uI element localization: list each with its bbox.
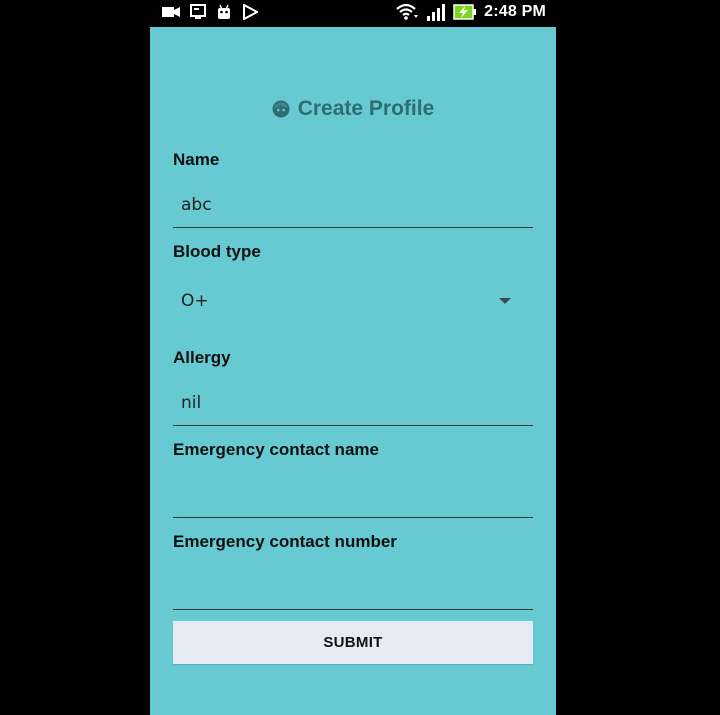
- emergency-contact-name-field[interactable]: [173, 473, 533, 518]
- page-header: Create Profile: [150, 97, 556, 123]
- dropdown-arrow-icon: [499, 298, 511, 304]
- allergy-label: Allergy: [173, 348, 231, 367]
- name-field-value: abc: [181, 195, 212, 215]
- name-field[interactable]: abc: [173, 183, 533, 228]
- status-bar-clock: 2:48 PM: [484, 3, 546, 20]
- page-title-text: Create Profile: [297, 97, 435, 120]
- battery-charging-icon: [453, 4, 477, 20]
- emergency-contact-number-field[interactable]: [173, 565, 533, 610]
- screencast-icon: [190, 4, 206, 19]
- allergy-field-value: nil: [181, 393, 202, 413]
- status-bar-notifications: [162, 4, 258, 20]
- blood-type-select[interactable]: O+: [173, 281, 533, 321]
- status-bar: 2:48 PM: [150, 0, 556, 27]
- face-icon: [272, 100, 290, 118]
- name-label: Name: [173, 150, 220, 169]
- wifi-icon: [396, 3, 419, 20]
- android-icon: [218, 4, 230, 19]
- cellular-signal-icon: [427, 4, 446, 21]
- page-title: Create Profile: [272, 97, 435, 121]
- play-store-icon: [243, 4, 258, 20]
- allergy-field[interactable]: nil: [173, 381, 533, 426]
- blood-type-selected-value: O+: [181, 291, 209, 311]
- submit-button[interactable]: SUBMIT: [173, 621, 533, 664]
- status-bar-system: 2:48 PM: [395, 2, 546, 22]
- emergency-contact-name-label: Emergency contact name: [173, 440, 379, 459]
- video-camera-icon: [162, 7, 180, 17]
- emergency-contact-number-label: Emergency contact number: [173, 532, 397, 551]
- create-profile-screen: Create Profile Name abc Blood type O+ Al…: [150, 27, 556, 715]
- blood-type-label: Blood type: [173, 242, 261, 261]
